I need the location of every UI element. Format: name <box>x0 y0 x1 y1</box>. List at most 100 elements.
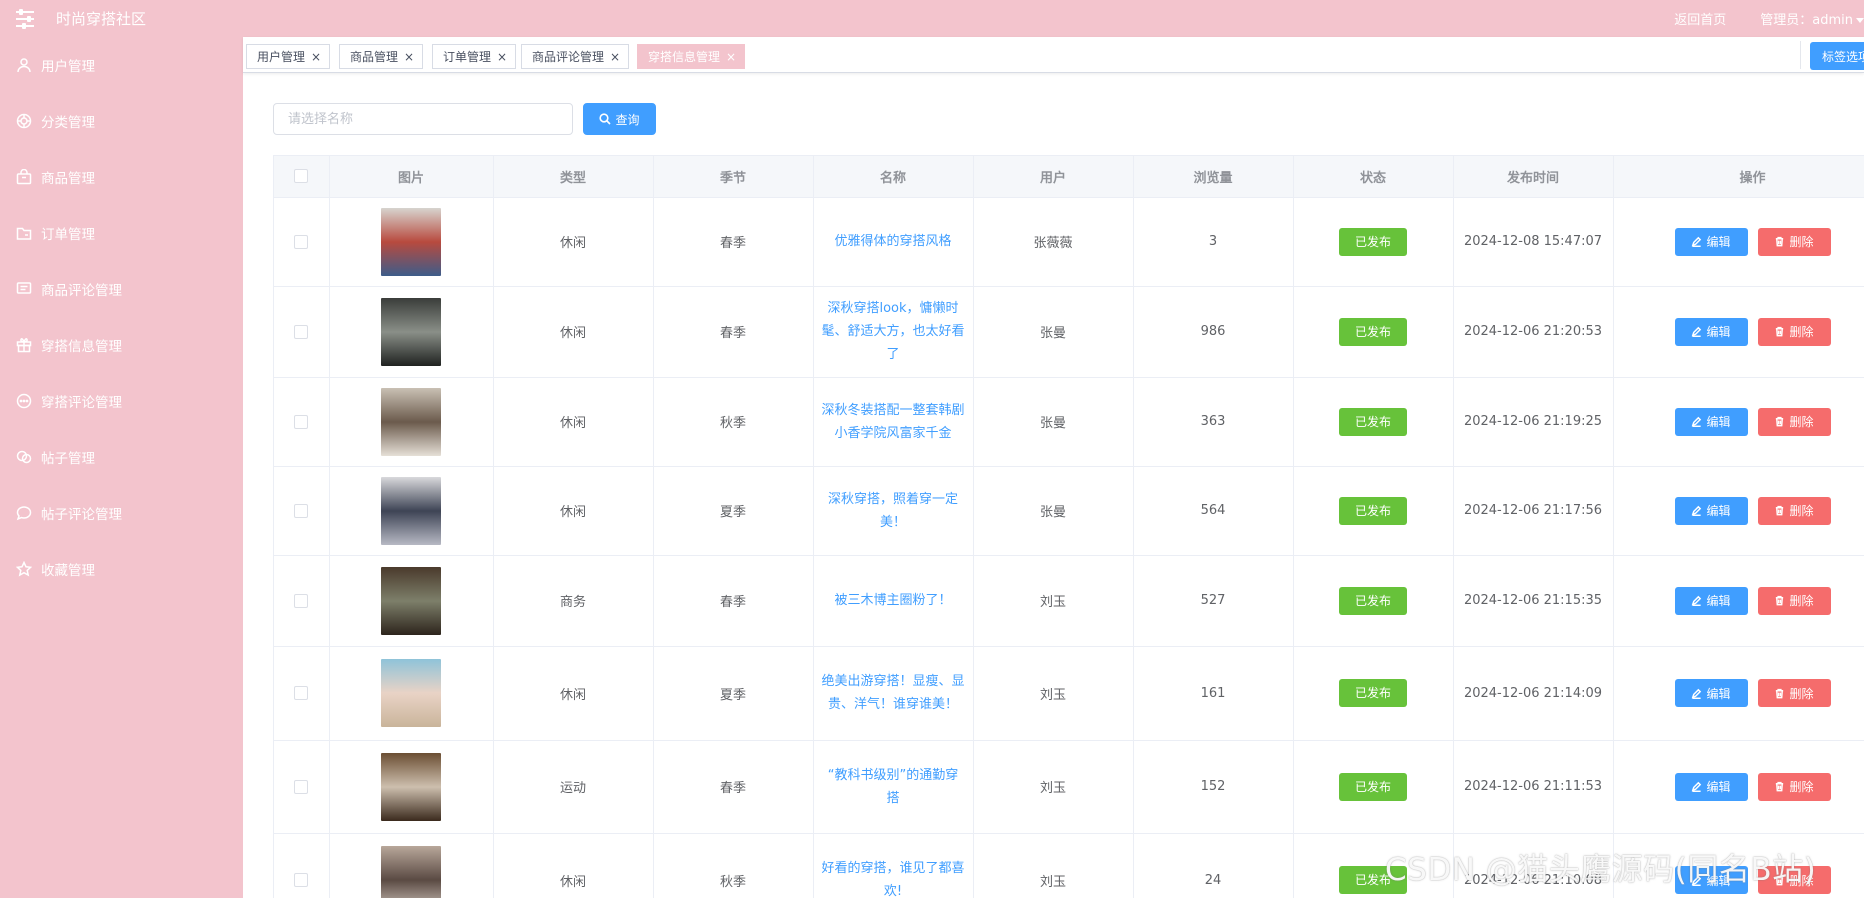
image-cell <box>329 833 494 898</box>
sidebar-toggle-icon[interactable] <box>16 8 34 29</box>
delete-button-label: 删除 <box>1789 325 1814 339</box>
select-all-cell <box>274 156 330 198</box>
sidebar-item-label: 商品评论管理 <box>41 283 122 299</box>
sidebar-item-orders[interactable]: 订单管理 <box>0 205 243 261</box>
edit-button[interactable]: 编辑 <box>1674 586 1748 615</box>
status-badge: 已发布 <box>1338 317 1407 346</box>
outfit-name-link[interactable]: 好看的穿搭，谁见了都喜欢! <box>822 857 965 898</box>
delete-button[interactable]: 删除 <box>1757 496 1831 525</box>
name-cell: 好看的穿搭，谁见了都喜欢! <box>813 833 974 898</box>
row-checkbox[interactable] <box>294 414 309 429</box>
close-icon[interactable]: × <box>610 50 620 64</box>
edit-button-label: 编辑 <box>1706 686 1731 701</box>
name-cell: 优雅得体的穿搭风格 <box>813 197 974 287</box>
row-checkbox[interactable] <box>294 503 309 518</box>
season-cell: 春季 <box>653 555 814 647</box>
search-button[interactable]: 查询 <box>583 103 656 135</box>
sidebar-item-categories[interactable]: 分类管理 <box>0 93 243 149</box>
outfit-thumbnail[interactable] <box>381 476 441 545</box>
tab-outfits[interactable]: 穿搭信息管理 × <box>637 44 746 69</box>
sidebar-item-goods[interactable]: 商品管理 <box>0 149 243 205</box>
delete-button[interactable]: 删除 <box>1757 317 1831 346</box>
outfit-thumbnail[interactable] <box>381 659 441 727</box>
select-all-checkbox[interactable] <box>294 169 309 184</box>
close-icon[interactable]: × <box>497 50 507 64</box>
publish-time-cell: 2024-12-06 21:14:09 <box>1453 646 1614 741</box>
season-cell: 春季 <box>653 740 814 834</box>
outfit-name-link[interactable]: 深秋穿搭，照着穿一定美！ <box>822 488 965 534</box>
type-cell: 休闲 <box>493 646 654 741</box>
admin-label: 管理员：admin <box>1760 13 1853 28</box>
edit-button-label: 编辑 <box>1706 594 1731 608</box>
delete-button[interactable]: 删除 <box>1757 679 1831 707</box>
tab-users[interactable]: 用户管理 × <box>246 44 331 69</box>
row-checkbox[interactable] <box>294 234 309 249</box>
sidebar-item-users[interactable]: 用户管理 <box>0 37 243 93</box>
edit-button[interactable]: 编辑 <box>1674 407 1748 436</box>
delete-button-label: 删除 <box>1789 504 1814 518</box>
table-row: 休闲 春季 深秋穿搭look，慵懒时髦、舒适大方，也太好看了 张曼 986 已发布 2024… <box>274 286 1864 378</box>
name-cell: 深秋穿搭look，慵懒时髦、舒适大方，也太好看了 <box>813 286 974 378</box>
user-cell: 张曼 <box>973 466 1134 556</box>
close-icon[interactable]: × <box>726 50 736 64</box>
close-icon[interactable]: × <box>311 50 321 64</box>
outfit-thumbnail[interactable] <box>381 207 441 276</box>
home-link[interactable]: 返回首页 <box>1674 9 1726 28</box>
tab-divider <box>1800 41 1801 69</box>
status-cell: 已发布 <box>1293 286 1454 378</box>
type-cell: 休闲 <box>493 833 654 898</box>
outfit-name-link[interactable]: 绝美出游穿搭！显瘦、显贵、洋气！谁穿谁美！ <box>822 670 965 716</box>
status-badge: 已发布 <box>1338 407 1407 436</box>
actions-cell: 编辑 删除 <box>1613 466 1864 556</box>
row-checkbox[interactable] <box>294 324 309 339</box>
sidebar-item-posts[interactable]: 帖子管理 <box>0 429 243 485</box>
outfit-thumbnail[interactable] <box>381 387 441 456</box>
outfit-thumbnail[interactable] <box>381 752 441 821</box>
season-cell: 秋季 <box>653 377 814 467</box>
delete-button[interactable]: 删除 <box>1757 772 1831 801</box>
edit-button[interactable]: 编辑 <box>1674 317 1748 346</box>
outfit-thumbnail[interactable] <box>381 846 441 898</box>
outfit-name-link[interactable]: 深秋冬装搭配一整套韩剧小香学院风富家千金 <box>822 399 965 445</box>
name-search-input[interactable] <box>273 103 573 135</box>
tab-options-button[interactable]: 标签选项 <box>1810 42 1864 70</box>
delete-button[interactable]: 删除 <box>1757 407 1831 436</box>
tab-goods[interactable]: 商品管理 × <box>339 44 424 69</box>
sidebar-item-post-comments[interactable]: 帖子评论管理 <box>0 485 243 541</box>
user-cell: 张曼 <box>973 286 1134 378</box>
admin-dropdown[interactable]: 管理员：admin <box>1760 9 1864 28</box>
row-checkbox[interactable] <box>294 873 309 887</box>
outfit-name-link[interactable]: 深秋穿搭look，慵懒时髦、舒适大方，也太好看了 <box>822 297 965 366</box>
outfit-name-link[interactable]: “教科书级别”的通勤穿搭 <box>822 764 965 810</box>
outfit-name-link[interactable]: 被三木博主圈粉了！ <box>834 589 951 612</box>
row-select-cell <box>274 555 330 647</box>
row-checkbox[interactable] <box>294 686 309 700</box>
season-cell: 夏季 <box>653 646 814 741</box>
actions-cell: 编辑 删除 <box>1613 646 1864 741</box>
tab-goods-comments[interactable]: 商品评论管理 × <box>521 44 630 69</box>
season-cell: 春季 <box>653 286 814 378</box>
outfit-thumbnail[interactable] <box>381 297 441 366</box>
tab-orders[interactable]: 订单管理 × <box>432 44 517 69</box>
sidebar-item-outfits[interactable]: 穿搭信息管理 <box>0 317 243 373</box>
edit-button[interactable]: 编辑 <box>1674 679 1748 707</box>
sidebar-item-outfit-comments[interactable]: 穿搭评论管理 <box>0 373 243 429</box>
edit-button[interactable]: 编辑 <box>1674 772 1748 801</box>
actions-cell: 编辑 删除 <box>1613 286 1864 378</box>
row-checkbox[interactable] <box>294 779 309 794</box>
views-cell: 24 <box>1133 833 1294 898</box>
actions-cell: 编辑 删除 <box>1613 377 1864 467</box>
outfit-name-link[interactable]: 优雅得体的穿搭风格 <box>834 230 951 253</box>
delete-button[interactable]: 删除 <box>1757 227 1831 256</box>
edit-button[interactable]: 编辑 <box>1674 496 1748 525</box>
sidebar-item-favorites[interactable]: 收藏管理 <box>0 541 243 597</box>
edit-button[interactable]: 编辑 <box>1674 227 1748 256</box>
publish-time-cell: 2024-12-06 21:15:35 <box>1453 555 1614 647</box>
sidebar-item-goods-comments[interactable]: 商品评论管理 <box>0 261 243 317</box>
delete-button[interactable]: 删除 <box>1757 586 1831 615</box>
outfit-thumbnail[interactable] <box>381 566 441 635</box>
trash-icon <box>1776 505 1784 516</box>
column-header: 状态 <box>1293 156 1454 198</box>
close-icon[interactable]: × <box>404 50 414 64</box>
row-checkbox[interactable] <box>294 593 309 608</box>
